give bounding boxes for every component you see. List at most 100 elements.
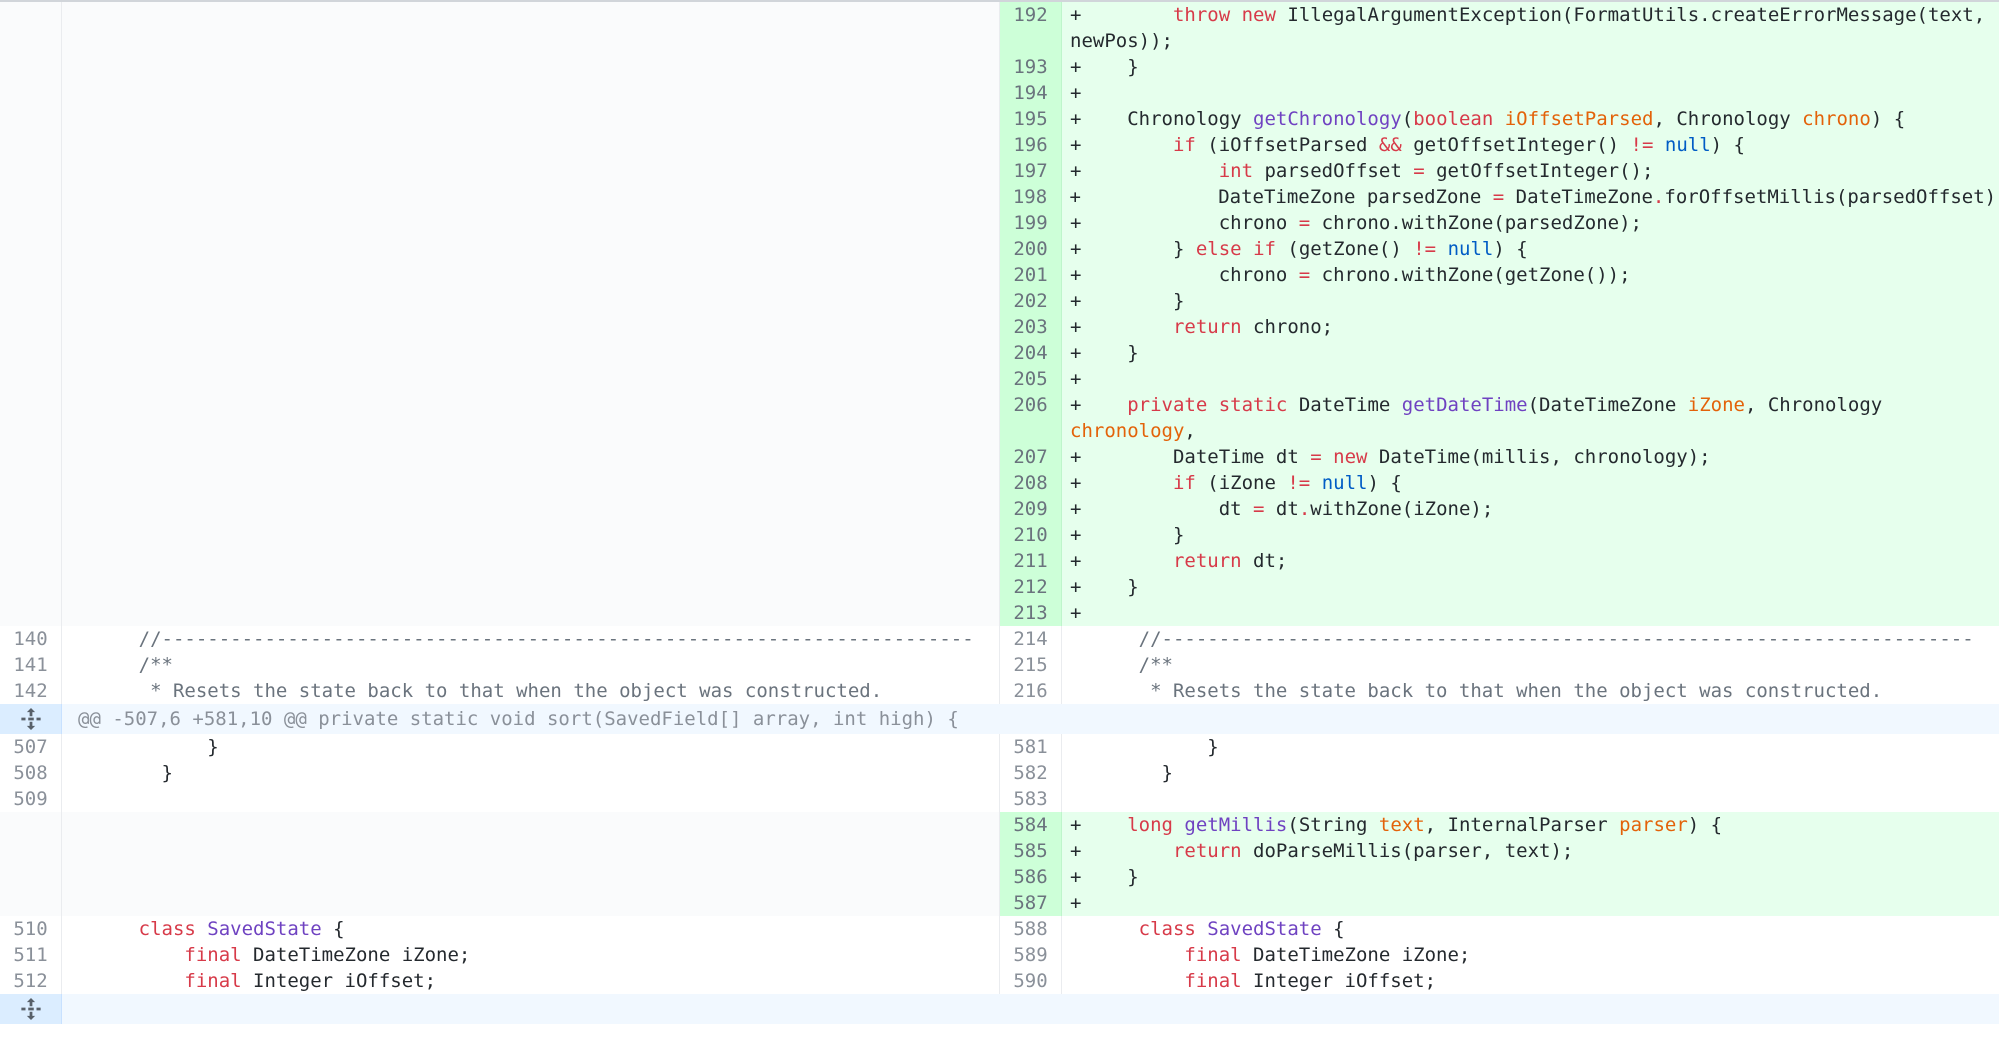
- left-side: [0, 262, 1000, 288]
- left-line-number[interactable]: [0, 158, 62, 184]
- left-line-number[interactable]: 142: [0, 678, 62, 704]
- expand-button[interactable]: [0, 994, 62, 1024]
- left-line-number[interactable]: [0, 314, 62, 340]
- right-line-number[interactable]: 202: [1000, 288, 1062, 314]
- left-code-line: /**: [62, 652, 999, 678]
- right-line-number[interactable]: 582: [1000, 760, 1062, 786]
- left-code-line: [62, 392, 999, 444]
- left-line-number[interactable]: [0, 496, 62, 522]
- right-line-number[interactable]: 215: [1000, 652, 1062, 678]
- left-line-number[interactable]: [0, 522, 62, 548]
- left-line-number[interactable]: [0, 392, 62, 444]
- left-line-number[interactable]: [0, 2, 62, 54]
- right-code-line: * Resets the state back to that when the…: [1062, 678, 1999, 704]
- right-line-number[interactable]: 585: [1000, 838, 1062, 864]
- left-line-number[interactable]: [0, 838, 62, 864]
- left-code-line: }: [62, 760, 999, 786]
- left-line-number[interactable]: [0, 574, 62, 600]
- diff-row: 202 + }: [0, 288, 1999, 314]
- right-line-number[interactable]: 192: [1000, 2, 1062, 54]
- right-line-number[interactable]: 208: [1000, 470, 1062, 496]
- diff-row: 140 //----------------------------------…: [0, 626, 1999, 652]
- left-line-number[interactable]: [0, 864, 62, 890]
- right-line-number[interactable]: 195: [1000, 106, 1062, 132]
- right-code-line: final DateTimeZone iZone;: [1062, 942, 1999, 968]
- right-line-number[interactable]: 590: [1000, 968, 1062, 994]
- left-line-number[interactable]: 141: [0, 652, 62, 678]
- right-line-number[interactable]: 213: [1000, 600, 1062, 626]
- left-line-number[interactable]: [0, 366, 62, 392]
- left-line-number[interactable]: [0, 340, 62, 366]
- unfold-expand-icon: [20, 998, 41, 1020]
- right-line-number[interactable]: 588: [1000, 916, 1062, 942]
- left-line-number[interactable]: 510: [0, 916, 62, 942]
- right-line-number[interactable]: 207: [1000, 444, 1062, 470]
- right-code-line: +: [1062, 890, 1999, 916]
- left-line-number[interactable]: [0, 210, 62, 236]
- left-code-line: [62, 210, 999, 236]
- left-line-number[interactable]: [0, 600, 62, 626]
- right-line-number[interactable]: 204: [1000, 340, 1062, 366]
- right-line-number[interactable]: 196: [1000, 132, 1062, 158]
- left-line-number[interactable]: 507: [0, 734, 62, 760]
- diff-row: 194 +: [0, 80, 1999, 106]
- left-side: [0, 392, 1000, 444]
- right-line-number[interactable]: 205: [1000, 366, 1062, 392]
- diff-row: 510 class SavedState {588 class SavedSta…: [0, 916, 1999, 942]
- right-line-number[interactable]: 206: [1000, 392, 1062, 444]
- right-line-number[interactable]: 584: [1000, 812, 1062, 838]
- left-line-number[interactable]: [0, 236, 62, 262]
- right-side: 582 }: [1000, 760, 1999, 786]
- right-line-number[interactable]: 194: [1000, 80, 1062, 106]
- right-line-number[interactable]: 203: [1000, 314, 1062, 340]
- right-line-number[interactable]: 201: [1000, 262, 1062, 288]
- left-line-number[interactable]: 140: [0, 626, 62, 652]
- left-side: [0, 106, 1000, 132]
- left-line-number[interactable]: [0, 54, 62, 80]
- right-line-number[interactable]: 581: [1000, 734, 1062, 760]
- hunk-header: @@ -507,6 +581,10 @@ private static void…: [0, 704, 1999, 734]
- right-code-line: }: [1062, 760, 1999, 786]
- left-line-number[interactable]: [0, 470, 62, 496]
- left-line-number[interactable]: [0, 288, 62, 314]
- right-line-number[interactable]: 587: [1000, 890, 1062, 916]
- left-line-number[interactable]: [0, 80, 62, 106]
- left-line-number[interactable]: [0, 890, 62, 916]
- left-line-number[interactable]: [0, 262, 62, 288]
- left-line-number[interactable]: [0, 106, 62, 132]
- right-line-number[interactable]: 214: [1000, 626, 1062, 652]
- right-line-number[interactable]: 212: [1000, 574, 1062, 600]
- diff-row: 196 + if (iOffsetParsed && getOffsetInteg…: [0, 132, 1999, 158]
- left-line-number[interactable]: [0, 444, 62, 470]
- left-side: [0, 2, 1000, 54]
- left-line-number[interactable]: 512: [0, 968, 62, 994]
- expand-button[interactable]: [0, 704, 62, 734]
- right-side: 211 + return dt;: [1000, 548, 1999, 574]
- right-side: 204 + }: [1000, 340, 1999, 366]
- right-code-line: final Integer iOffset;: [1062, 968, 1999, 994]
- right-side: 590 final Integer iOffset;: [1000, 968, 1999, 994]
- diff-row: 210 + }: [0, 522, 1999, 548]
- right-line-number[interactable]: 198: [999, 184, 1062, 210]
- left-line-number[interactable]: 508: [0, 760, 62, 786]
- left-line-number[interactable]: [0, 184, 62, 210]
- right-line-number[interactable]: 197: [1000, 158, 1062, 184]
- right-line-number[interactable]: 216: [1000, 678, 1062, 704]
- right-line-number[interactable]: 200: [1000, 236, 1062, 262]
- left-line-number[interactable]: [0, 812, 62, 838]
- right-line-number[interactable]: 199: [1000, 210, 1062, 236]
- left-side: [0, 548, 1000, 574]
- left-line-number[interactable]: [0, 548, 62, 574]
- right-line-number[interactable]: 211: [1000, 548, 1062, 574]
- right-line-number[interactable]: 586: [1000, 864, 1062, 890]
- right-line-number[interactable]: 193: [1000, 54, 1062, 80]
- right-line-number[interactable]: 209: [1000, 496, 1062, 522]
- right-line-number[interactable]: 589: [1000, 942, 1062, 968]
- right-code-line: [1062, 786, 1999, 812]
- left-line-number[interactable]: 511: [0, 942, 62, 968]
- left-code-line: [62, 132, 999, 158]
- left-line-number[interactable]: 509: [0, 786, 62, 812]
- left-line-number[interactable]: [0, 132, 62, 158]
- right-line-number[interactable]: 583: [1000, 786, 1062, 812]
- right-line-number[interactable]: 210: [1000, 522, 1062, 548]
